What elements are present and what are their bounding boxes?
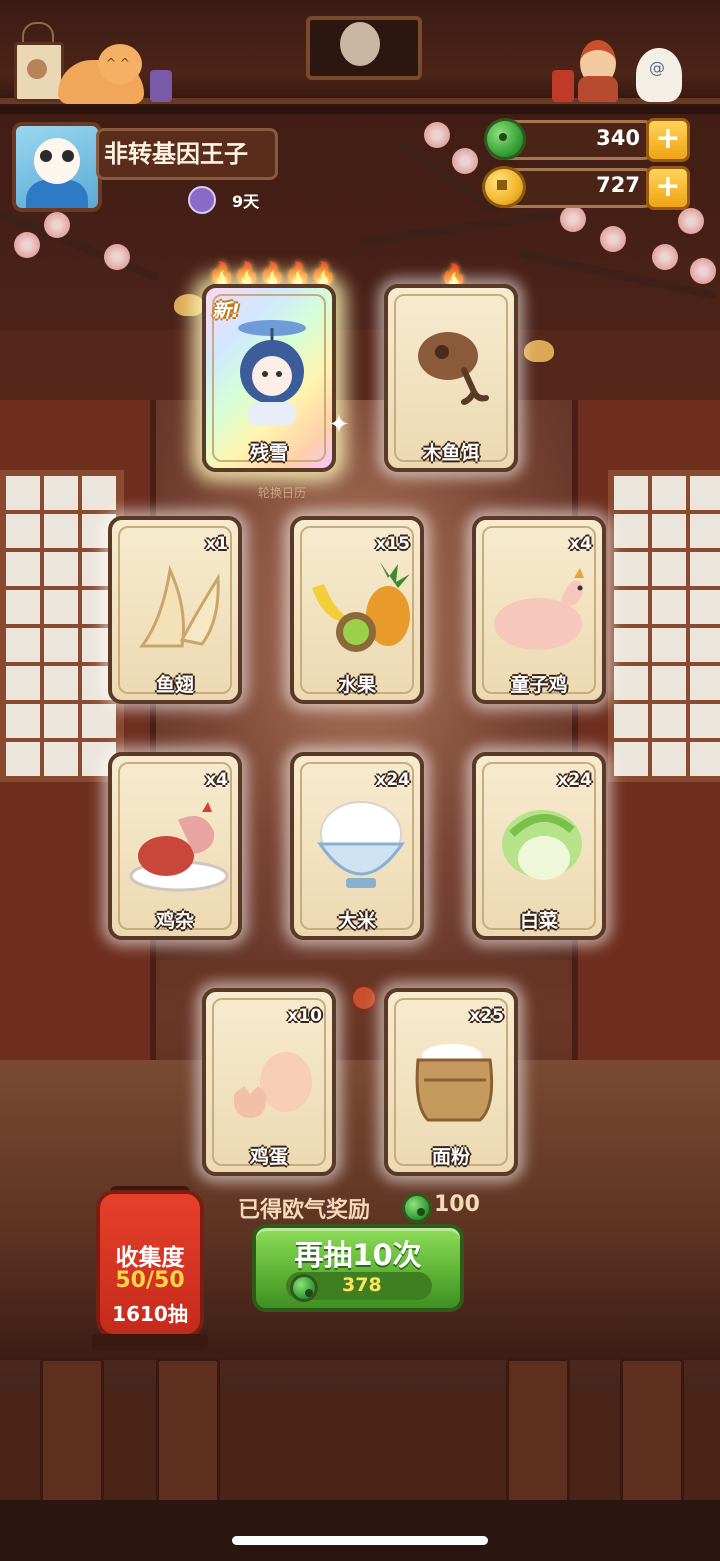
card-label: 木鱼饵 [422, 442, 480, 464]
blossom-icon [424, 122, 450, 148]
card-label: 水果 [337, 674, 376, 696]
card-yuchi[interactable]: x1 鱼翅 [108, 516, 242, 704]
reward-jade-icon [402, 1193, 432, 1223]
card-baicai[interactable]: x24 白菜 [472, 752, 606, 940]
eggs-art [233, 1052, 312, 1118]
jade-amount: 340 [596, 126, 640, 150]
avatar-face [34, 138, 80, 184]
card-jiza[interactable]: x4 鸡杂 [108, 752, 242, 940]
purple-jar-decoration [150, 70, 172, 102]
railing-post [156, 1358, 220, 1508]
sparkle-icon: ✦ [328, 410, 350, 440]
reward-value: 100 [434, 1192, 480, 1217]
days-count: 9天 [232, 192, 260, 211]
blossom-icon [690, 258, 716, 284]
card-mianfen[interactable]: x25 面粉 [384, 988, 518, 1176]
blossom-icon [678, 208, 704, 234]
railing-post [620, 1358, 684, 1508]
card-label: 童子鸡 [510, 674, 568, 696]
butterfly-decoration [524, 340, 554, 362]
center-ornament-icon [350, 984, 378, 1012]
fruit-art [312, 562, 410, 652]
lantern-stand [92, 1334, 208, 1350]
red-jar-decoration [552, 70, 574, 102]
wall-top [0, 330, 720, 400]
coin-icon [482, 166, 526, 208]
card-count: x10 [287, 1006, 322, 1026]
player-name: 非转基因王子 [104, 140, 248, 168]
new-tag: 新! [212, 300, 240, 322]
chicken-giblets-art [129, 802, 229, 892]
card-label: 鸡杂 [155, 910, 194, 932]
rotate-calendar-label: 轮换日历 [257, 486, 306, 500]
card-label: 大米 [337, 910, 376, 932]
branch-right-lower [519, 250, 717, 300]
railing-post [506, 1358, 570, 1508]
cost-jade-icon [290, 1274, 318, 1302]
card-jidan[interactable]: x10 鸡蛋 [202, 988, 336, 1176]
white-cat-decoration [636, 48, 682, 102]
flour-sack-art [415, 1044, 494, 1122]
butterfly-decoration [174, 294, 204, 316]
player-avatar[interactable] [12, 122, 102, 212]
card-count: x1 [205, 534, 228, 554]
card-label: 鱼翅 [155, 674, 194, 696]
cabbage-art [502, 810, 582, 880]
add-coins-button[interactable]: + [646, 166, 690, 210]
branch-right-mid [359, 210, 559, 246]
character-art [238, 320, 306, 426]
blossom-icon [14, 232, 40, 258]
blossom-icon [652, 244, 678, 270]
hanging-sign-icon[interactable] [14, 42, 64, 102]
card-tongziji[interactable]: x4 童子鸡 [472, 516, 606, 704]
card-count: x15 [375, 534, 410, 554]
young-chicken-art [494, 568, 584, 650]
days-badge-icon [188, 186, 216, 214]
railing-post [40, 1358, 104, 1508]
reward-label: 已得欧气奖励 [238, 1198, 371, 1223]
right-lattice-window [608, 470, 720, 782]
blossom-icon [452, 148, 478, 174]
shark-fin-art [138, 564, 220, 648]
card-count: x24 [557, 770, 592, 790]
blossom-icon [560, 206, 586, 232]
draw-cost: 378 [342, 1274, 382, 1296]
home-indicator[interactable] [232, 1536, 488, 1545]
avatar-body [26, 180, 88, 208]
collection-label: 收集度 [115, 1245, 185, 1271]
add-jade-button[interactable]: + [646, 118, 690, 162]
jade-icon [484, 118, 526, 160]
draw-button-label: 再抽10次 [294, 1238, 422, 1272]
card-label: 面粉 [431, 1146, 470, 1168]
child-character-decoration [574, 40, 622, 102]
rice-bowl-art [317, 801, 405, 888]
blossom-icon [104, 244, 130, 270]
collection-draw-count: 1610抽 [112, 1302, 188, 1326]
card-label: 残雪 [249, 442, 288, 464]
orange-cat-decoration [58, 44, 144, 104]
blossom-icon [600, 226, 626, 252]
card-count: x4 [205, 770, 228, 790]
card-shuiguo[interactable]: x15 水果 [290, 516, 424, 704]
card-muyuer[interactable]: 木鱼饵 [384, 284, 518, 472]
card-label: 鸡蛋 [249, 1146, 288, 1168]
coin-amount: 727 [596, 173, 640, 197]
portrait-character [340, 22, 380, 66]
railing [0, 1392, 720, 1502]
card-count: x24 [375, 770, 410, 790]
card-count: x25 [469, 1006, 504, 1026]
blossom-icon [44, 212, 70, 238]
ground [0, 1500, 720, 1561]
collection-progress: 50/50 [115, 1268, 185, 1293]
left-lattice-window [0, 470, 124, 782]
card-dami[interactable]: x24 大米 [290, 752, 424, 940]
card-count: x4 [569, 534, 592, 554]
wooden-bait-art [418, 332, 489, 405]
card-label: 白菜 [519, 910, 558, 932]
